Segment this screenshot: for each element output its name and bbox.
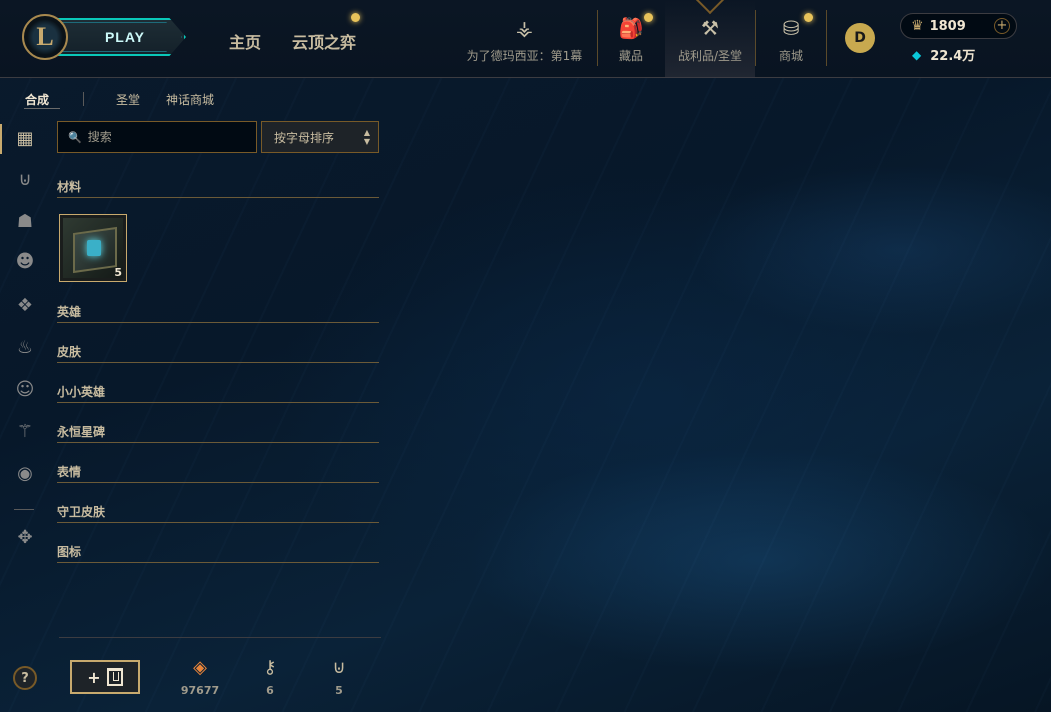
orange-essence-icon: ◈ <box>193 657 207 678</box>
sort-dropdown[interactable]: 按字母排序 ▲ ▼ <box>261 121 379 153</box>
logo-letter: L <box>36 22 54 51</box>
nav-store[interactable]: ⛁ 商城 <box>766 0 816 78</box>
rp-coin-icon: ♛ <box>911 18 924 34</box>
nav-event-pass[interactable]: ⚶ 为了德玛西亚：第1幕 <box>466 0 583 78</box>
search-box: 🔍 <box>57 121 257 153</box>
category-ward-skins[interactable]: 守卫皮肤 <box>57 503 379 523</box>
rail-divider <box>14 509 34 510</box>
key-value: 6 <box>266 684 274 697</box>
orange-essence-value: 97677 <box>180 684 220 697</box>
nav-divider <box>826 10 827 66</box>
search-input[interactable] <box>87 130 248 144</box>
loot-icon: ⚒ <box>701 15 719 40</box>
nav-loot-label: 战利品/圣堂 <box>677 48 743 63</box>
helmet-icon[interactable]: ☗ <box>12 208 38 234</box>
chest-icon <box>106 668 123 686</box>
sort-label: 按字母排序 <box>274 130 335 145</box>
riot-points-display: ♛ 1809 + <box>900 13 1017 39</box>
grid-icon[interactable]: ▦ <box>12 125 38 151</box>
chest-counter: ⊍ 5 <box>309 656 369 697</box>
play-label: PLAY <box>104 29 146 45</box>
nav-event-label: 为了德玛西亚：第1幕 <box>466 48 583 63</box>
chest-value: 5 <box>335 684 343 697</box>
profile-icon-filter[interactable]: ◉ <box>12 460 38 486</box>
play-button[interactable]: PLAY <box>48 18 186 56</box>
bottom-divider <box>59 637 381 638</box>
tab-crafting[interactable]: 合成 <box>25 91 49 108</box>
category-icons[interactable]: 图标 <box>57 543 379 563</box>
loot-subtabs: 合成 圣堂 神话商城 <box>0 91 400 111</box>
pass-badge-icon[interactable]: D <box>845 23 875 53</box>
rail-active-indicator <box>0 124 2 154</box>
orange-essence-counter: ◈ 97677 <box>170 656 230 697</box>
blue-essence-display: ◆ 22.4万 <box>912 45 976 65</box>
tab-divider <box>83 92 84 106</box>
category-little-legends[interactable]: 小小英雄 <box>57 383 379 403</box>
category-emotes[interactable]: 表情 <box>57 463 379 483</box>
purchase-chest-button[interactable]: + <box>70 660 140 694</box>
category-eternals[interactable]: 永恒星碑 <box>57 423 379 443</box>
tab-mythic-shop[interactable]: 神话商城 <box>166 91 214 108</box>
category-label: 守卫皮肤 <box>57 505 106 519</box>
pass-badge-glyph: D <box>854 30 866 46</box>
skin-shard-icon[interactable]: ❖ <box>12 292 38 318</box>
notification-dot <box>351 13 360 22</box>
be-value: 22.4万 <box>930 49 976 64</box>
trident-icon: ⚶ <box>516 15 533 40</box>
chest-filter-icon[interactable]: ⊍ <box>12 166 38 192</box>
statstone-icon[interactable]: ⚚ <box>12 418 38 444</box>
store-icon: ⛁ <box>782 15 800 40</box>
top-navigation-bar: PLAY L 主页 云顶之弈 ⚶ 为了德玛西亚：第1幕 🎒 藏品 ⚒ 战利品/圣… <box>0 0 1051 78</box>
flame-icon[interactable]: ♨ <box>12 334 38 360</box>
nav-divider <box>755 10 756 66</box>
category-label: 英雄 <box>57 305 82 319</box>
category-label: 图标 <box>57 545 82 559</box>
nav-collection[interactable]: 🎒 藏品 <box>606 0 656 78</box>
category-label: 皮肤 <box>57 345 82 359</box>
category-label: 材料 <box>57 180 82 194</box>
chest-count-icon: ⊍ <box>332 657 346 678</box>
rp-value: 1809 <box>929 18 966 34</box>
add-plus: + <box>87 667 101 687</box>
notification-dot <box>804 13 813 22</box>
nav-home[interactable]: 主页 <box>229 29 261 53</box>
nav-store-label: 商城 <box>778 48 803 63</box>
nav-divider <box>597 10 598 66</box>
nav-tft[interactable]: 云顶之弈 <box>292 29 356 53</box>
item-count: 5 <box>114 266 122 279</box>
tab-underline <box>24 108 60 109</box>
ward-icon[interactable]: ✥ <box>12 524 38 550</box>
filter-rail: ▦ ⊍ ☗ ☻ ❖ ♨ ☺ ⚚ ◉ ✥ <box>0 120 48 560</box>
help-button[interactable]: ? <box>13 666 37 690</box>
category-label: 表情 <box>57 465 82 479</box>
key-icon: ⚷ <box>263 657 277 678</box>
key-counter: ⚷ 6 <box>240 656 300 697</box>
loot-item-hextech-chest[interactable]: 5 <box>59 214 127 282</box>
league-logo[interactable]: L <box>22 14 68 60</box>
search-icon: 🔍 <box>68 130 82 144</box>
notification-dot <box>644 13 653 22</box>
category-materials[interactable]: 材料 <box>57 178 379 198</box>
category-label: 小小英雄 <box>57 385 106 399</box>
tab-sanctum[interactable]: 圣堂 <box>116 91 140 108</box>
blue-essence-icon: ◆ <box>912 47 922 62</box>
category-skins[interactable]: 皮肤 <box>57 343 379 363</box>
collection-icon: 🎒 <box>618 15 644 40</box>
smiley-icon[interactable]: ☺ <box>12 376 38 402</box>
nav-collection-label: 藏品 <box>618 48 643 63</box>
mask-icon[interactable]: ☻ <box>12 248 38 274</box>
category-label: 永恒星碑 <box>57 425 106 439</box>
buy-rp-button[interactable]: + <box>994 18 1010 34</box>
category-champions[interactable]: 英雄 <box>57 303 379 323</box>
sort-arrows-icon: ▲ ▼ <box>363 128 370 146</box>
